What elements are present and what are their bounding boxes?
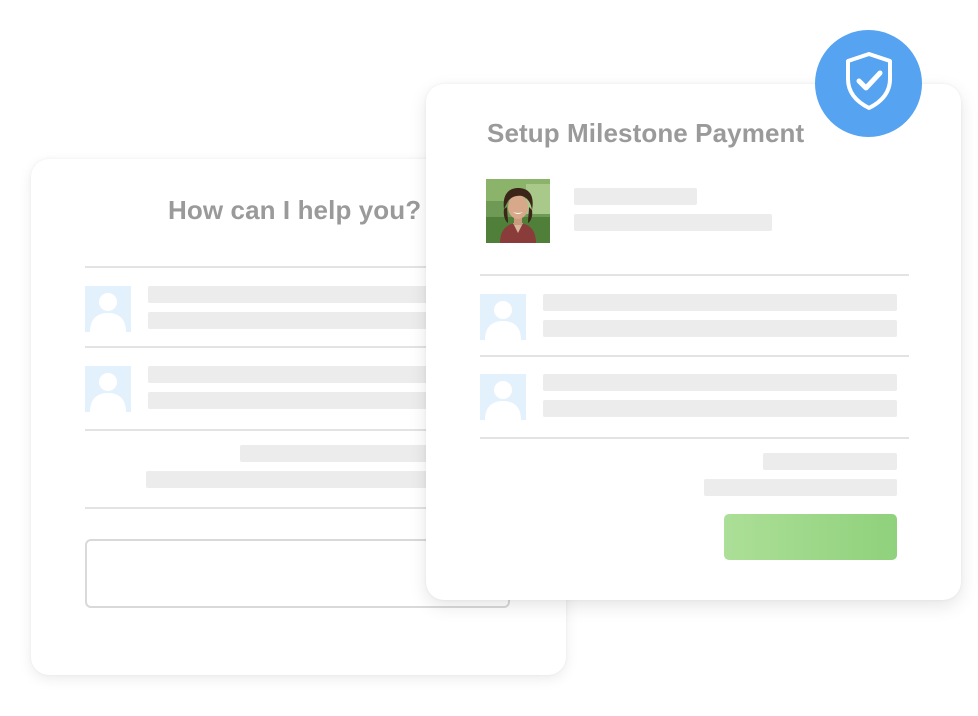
divider [480, 355, 909, 357]
divider [480, 274, 909, 276]
user-placeholder-icon [480, 374, 526, 420]
milestone-text-placeholder [543, 320, 897, 337]
user-placeholder-icon [480, 294, 526, 340]
shield-check-icon [842, 50, 896, 117]
user-placeholder-icon [85, 366, 131, 412]
milestone-text-placeholder [543, 374, 897, 391]
detail-placeholder [574, 214, 772, 231]
avatar [486, 179, 550, 243]
divider [480, 437, 909, 439]
shield-badge [815, 30, 922, 137]
user-placeholder-icon [85, 286, 131, 332]
amount-placeholder [763, 453, 897, 470]
name-placeholder [574, 188, 697, 205]
milestone-text-placeholder [543, 294, 897, 311]
milestone-payment-card: Setup Milestone Payment [426, 84, 961, 600]
stage: How can I help you? Setup Milestone Paym… [0, 0, 978, 716]
milestone-payment-title: Setup Milestone Payment [487, 118, 805, 148]
total-placeholder [704, 479, 897, 496]
milestone-text-placeholder [543, 400, 897, 417]
confirm-button[interactable] [724, 514, 897, 560]
help-chat-title: How can I help you? [168, 195, 422, 225]
